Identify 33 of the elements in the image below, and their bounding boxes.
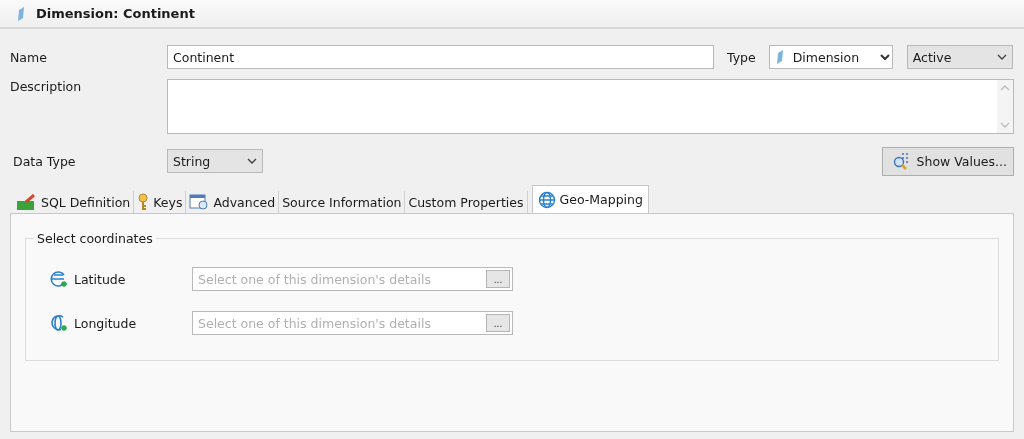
data-type-dropdown[interactable]: String [167, 149, 263, 173]
status-dropdown[interactable]: Active [906, 45, 1013, 69]
detail-field[interactable]: Select one of this dimension's details ... [192, 267, 513, 291]
field-label: Latitude [74, 271, 126, 287]
window-icon [189, 194, 210, 210]
group-title: Select coordinates [34, 231, 156, 246]
window-title: Dimension: Continent [36, 6, 195, 21]
description-field[interactable] [167, 79, 1014, 134]
sql-icon [17, 194, 37, 210]
dimension-icon [16, 5, 26, 22]
tab[interactable]: Geo-Mapping [531, 185, 649, 213]
field-label: Type [727, 49, 756, 65]
field-label: Longitude [74, 315, 137, 331]
field-label: Name [10, 49, 48, 65]
type-dropdown[interactable]: Dimension [768, 45, 893, 69]
dimension-icon [774, 49, 785, 65]
show-values-button[interactable]: Show Values... [881, 146, 1014, 176]
scroll-up-icon [1000, 84, 1010, 91]
magnifier-icon [892, 152, 911, 170]
latitude-globe-icon [50, 270, 68, 288]
browse-button[interactable]: ... [486, 314, 510, 332]
field-label: Data Type [13, 153, 77, 169]
caret-icon [879, 53, 890, 61]
longitude-globe-icon [50, 314, 68, 332]
name-field[interactable]: Continent [167, 45, 714, 69]
globe-icon [537, 190, 556, 209]
browse-button[interactable]: ... [486, 270, 510, 288]
caret-icon [247, 157, 257, 165]
field-label: Description [10, 79, 83, 94]
scroll-down-icon [1000, 122, 1010, 129]
key-icon [137, 193, 150, 211]
caret-icon [996, 53, 1007, 61]
detail-field[interactable]: Select one of this dimension's details ... [192, 311, 513, 335]
